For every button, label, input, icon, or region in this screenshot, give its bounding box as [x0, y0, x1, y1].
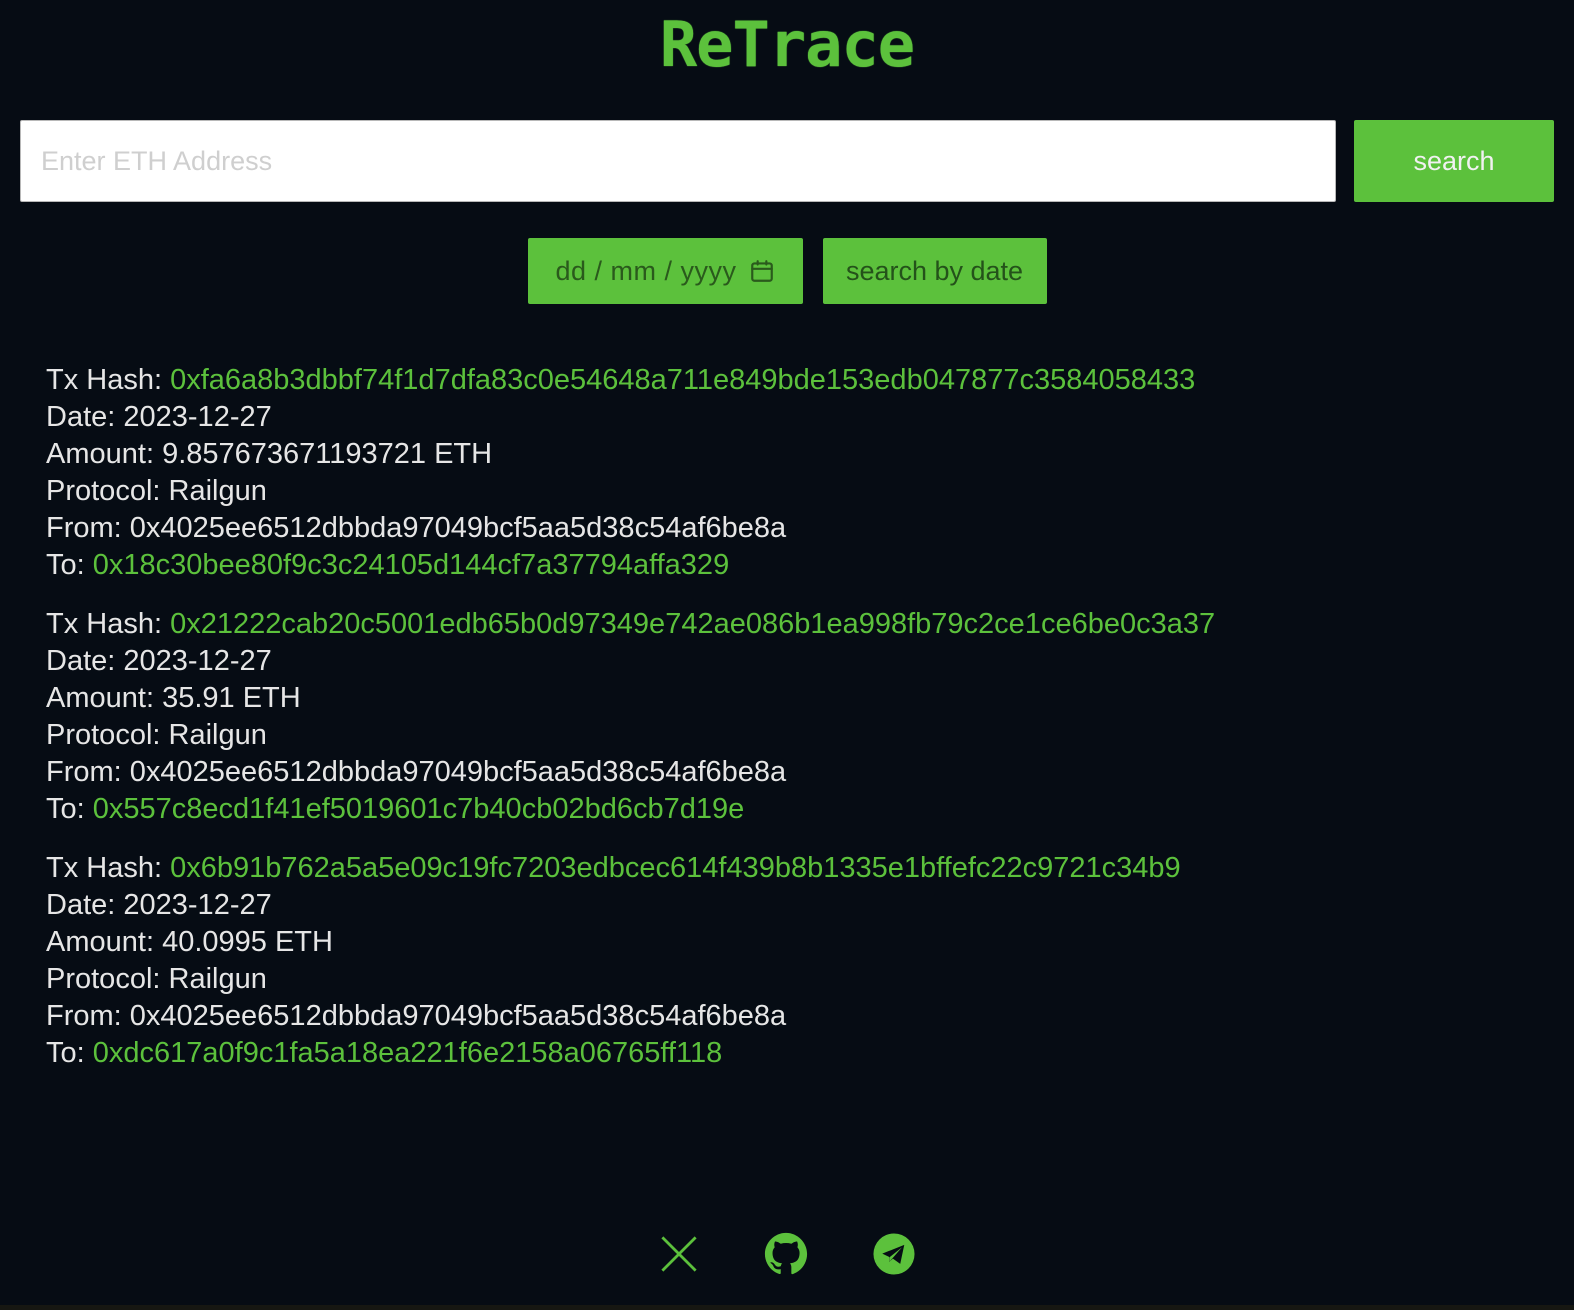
tx-hash-value[interactable]: 0x6b91b762a5a5e09c19fc7203edbcec614f439b… [170, 852, 1181, 884]
tx-hash-label: Tx Hash: [46, 364, 163, 396]
tx-amount-line: Amount: 35.91 ETH [46, 680, 1554, 717]
date-input-placeholder: dd / mm / yyyy [555, 255, 737, 286]
tx-to-line: To: 0xdc617a0f9c1fa5a18ea221f6e2158a0676… [46, 1035, 1554, 1072]
transaction-card: Tx Hash: 0x21222cab20c5001edb65b0d97349e… [46, 606, 1554, 828]
tx-amount-label: Amount: [46, 926, 154, 958]
footer-social-links [0, 1220, 1574, 1310]
search-button[interactable]: search [1354, 120, 1554, 202]
tx-date-line: Date: 2023-12-27 [46, 399, 1554, 436]
tx-protocol-value: Railgun [168, 719, 267, 751]
tx-from-label: From: [46, 756, 122, 788]
tx-protocol-value: Railgun [168, 475, 267, 507]
tx-hash-value[interactable]: 0x21222cab20c5001edb65b0d97349e742ae086b… [170, 608, 1215, 640]
tx-amount-label: Amount: [46, 682, 154, 714]
tx-hash-line: Tx Hash: 0x6b91b762a5a5e09c19fc7203edbce… [46, 850, 1554, 887]
tx-protocol-label: Protocol: [46, 475, 161, 507]
tx-hash-label: Tx Hash: [46, 608, 163, 640]
date-search-row: dd / mm / yyyy search by date [0, 238, 1574, 304]
tx-from-label: From: [46, 512, 122, 544]
tx-date-value: 2023-12-27 [123, 401, 272, 433]
tx-from-line: From: 0x4025ee6512dbbda97049bcf5aa5d38c5… [46, 510, 1554, 547]
tx-to-line: To: 0x557c8ecd1f41ef5019601c7b40cb02bd6c… [46, 791, 1554, 828]
tx-amount-line: Amount: 40.0995 ETH [46, 924, 1554, 961]
tx-hash-value[interactable]: 0xfa6a8b3dbbf74f1d7dfa83c0e54648a711e849… [170, 364, 1195, 396]
transaction-card: Tx Hash: 0xfa6a8b3dbbf74f1d7dfa83c0e5464… [46, 362, 1554, 584]
tx-from-value: 0x4025ee6512dbbda97049bcf5aa5d38c54af6be… [129, 756, 787, 788]
tx-to-label: To: [46, 793, 85, 825]
tx-from-line: From: 0x4025ee6512dbbda97049bcf5aa5d38c5… [46, 998, 1554, 1035]
tx-to-value[interactable]: 0x18c30bee80f9c3c24105d144cf7a37794affa3… [93, 549, 729, 581]
tx-to-value[interactable]: 0x557c8ecd1f41ef5019601c7b40cb02bd6cb7d1… [93, 793, 744, 825]
tx-protocol-value: Railgun [168, 963, 267, 995]
calendar-icon[interactable] [749, 258, 775, 284]
tx-amount-label: Amount: [46, 438, 154, 470]
tx-amount-value: 9.857673671193721 ETH [162, 438, 493, 470]
date-input[interactable]: dd / mm / yyyy [527, 238, 803, 304]
tx-hash-line: Tx Hash: 0x21222cab20c5001edb65b0d97349e… [46, 606, 1554, 643]
tx-amount-value: 40.0995 ETH [162, 926, 333, 958]
tx-amount-line: Amount: 9.857673671193721 ETH [46, 436, 1554, 473]
github-icon[interactable] [764, 1232, 808, 1276]
tx-date-value: 2023-12-27 [123, 645, 272, 677]
transaction-card: Tx Hash: 0x6b91b762a5a5e09c19fc7203edbce… [46, 850, 1554, 1072]
tx-to-label: To: [46, 549, 85, 581]
tx-to-label: To: [46, 1037, 85, 1069]
tx-protocol-label: Protocol: [46, 719, 161, 751]
tx-to-value[interactable]: 0xdc617a0f9c1fa5a18ea221f6e2158a06765ff1… [93, 1037, 722, 1069]
tx-protocol-label: Protocol: [46, 963, 161, 995]
tx-date-line: Date: 2023-12-27 [46, 643, 1554, 680]
tx-date-line: Date: 2023-12-27 [46, 887, 1554, 924]
tx-hash-label: Tx Hash: [46, 852, 163, 884]
tx-from-value: 0x4025ee6512dbbda97049bcf5aa5d38c54af6be… [129, 1000, 787, 1032]
tx-protocol-line: Protocol: Railgun [46, 717, 1554, 754]
tx-hash-line: Tx Hash: 0xfa6a8b3dbbf74f1d7dfa83c0e5464… [46, 362, 1554, 399]
tx-date-label: Date: [46, 401, 116, 433]
address-search-row: search [0, 120, 1574, 202]
tx-from-line: From: 0x4025ee6512dbbda97049bcf5aa5d38c5… [46, 754, 1554, 791]
tx-to-line: To: 0x18c30bee80f9c3c24105d144cf7a37794a… [46, 547, 1554, 584]
search-by-date-button[interactable]: search by date [822, 238, 1047, 304]
tx-from-value: 0x4025ee6512dbbda97049bcf5aa5d38c54af6be… [129, 512, 787, 544]
tx-protocol-line: Protocol: Railgun [46, 961, 1554, 998]
tx-amount-value: 35.91 ETH [162, 682, 301, 714]
search-input[interactable] [20, 120, 1336, 202]
tx-date-label: Date: [46, 889, 116, 921]
app-root: ReTrace search dd / mm / yyyy search by … [0, 0, 1574, 1310]
tx-protocol-line: Protocol: Railgun [46, 473, 1554, 510]
tx-date-value: 2023-12-27 [123, 889, 272, 921]
transaction-results: Tx Hash: 0xfa6a8b3dbbf74f1d7dfa83c0e5464… [0, 362, 1574, 1220]
tx-from-label: From: [46, 1000, 122, 1032]
page-title: ReTrace [659, 8, 915, 81]
x-twitter-icon[interactable] [658, 1233, 700, 1275]
bottom-edge-strip [0, 1305, 1574, 1310]
telegram-icon[interactable] [872, 1232, 916, 1276]
tx-date-label: Date: [46, 645, 116, 677]
